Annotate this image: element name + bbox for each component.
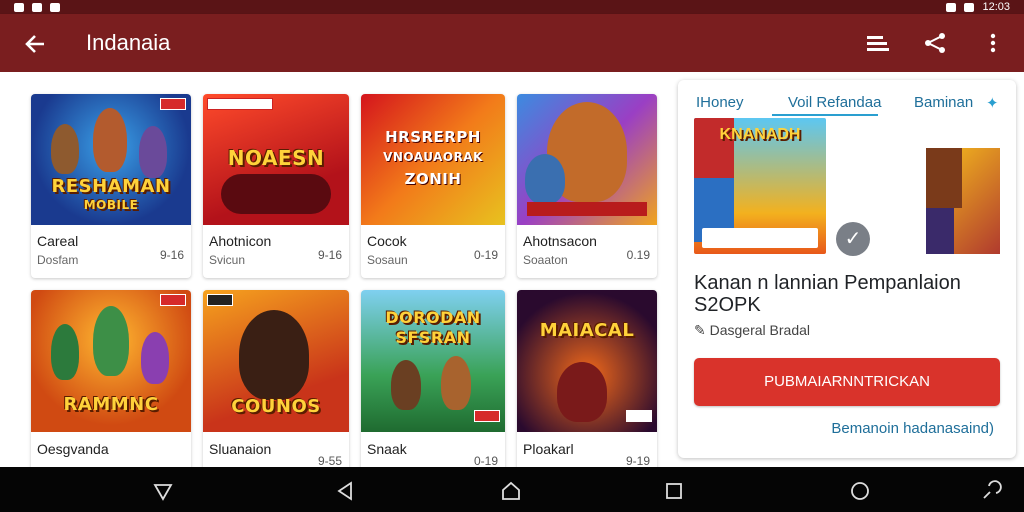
system-nav-bar [0, 467, 1024, 512]
wifi-icon [964, 2, 975, 12]
game-rating: 9-16 [159, 248, 184, 262]
game-name: Ploakarl [523, 441, 574, 457]
detail-panel: IHoney Voil Refandaa Baminan ✦ KNANADH ✓… [678, 80, 1016, 458]
thumb-text: RESHAMAN [51, 176, 171, 197]
share-icon[interactable] [922, 30, 948, 56]
sparkle-icon[interactable]: ✦ [986, 94, 999, 112]
game-thumbnail: RESHAMAN MOBILE [31, 94, 191, 225]
author-name: Dasgeral Bradal [709, 322, 811, 338]
game-subtitle: Dosfam [37, 253, 79, 267]
notification-icon [32, 2, 42, 12]
tab-indicator [772, 114, 878, 116]
game-name: Ahotnicon [209, 233, 272, 249]
game-name: Cocok [367, 233, 407, 249]
secondary-link[interactable]: Bemanoin hadanasaind) [831, 420, 994, 437]
sort-icon[interactable] [864, 30, 890, 56]
game-name: Ahotnsacon [523, 233, 597, 249]
game-thumbnail: COUNOS [203, 290, 349, 432]
game-rating: 9-19 [625, 454, 650, 468]
game-rating: 9-16 [317, 248, 342, 262]
secondary-link-label: Bemanoin hadanasaind [831, 420, 989, 437]
thumb-text: NOAESN [227, 146, 325, 170]
thumb-text: MAIACAL [539, 320, 635, 341]
tab-honey[interactable]: IHoney [696, 94, 744, 111]
game-thumbnail: MAIACAL [517, 290, 657, 432]
app-title: Indanaia [86, 30, 171, 55]
detail-title: Kanan n lannian Pempanlaion S2OPK [694, 272, 961, 316]
thumb-text: HRSRERPH [385, 128, 481, 146]
detail-author: ✎ Dasgeral Bradal [694, 322, 810, 339]
featured-image[interactable]: KNANADH [694, 118, 826, 254]
status-bar: 12:03 [0, 0, 1024, 14]
app-bar: Indanaia [0, 14, 1024, 72]
secondary-image[interactable] [926, 148, 1000, 254]
thumb-text: DORODAN [385, 308, 481, 327]
game-rating: 0-19 [473, 454, 498, 468]
thumb-text: VNOAUAORAK [383, 150, 483, 164]
chevron-right-icon: ) [989, 420, 994, 437]
check-icon[interactable]: ✓ [836, 222, 870, 256]
game-thumbnail: RAMMNC [31, 290, 191, 432]
back-icon[interactable] [334, 480, 356, 502]
tab-baminan[interactable]: Baminan [914, 94, 973, 111]
game-name: Careal [37, 233, 79, 249]
primary-action-button[interactable]: PUBMAIARNNTRICKAN [694, 358, 1000, 406]
game-thumbnail [517, 94, 657, 225]
game-card[interactable]: COUNOS Sluanaion 9-55 [203, 290, 349, 472]
home-icon[interactable] [500, 480, 522, 502]
game-name: Snaak [367, 441, 407, 457]
game-subtitle: Svicun [209, 253, 246, 267]
battery-icon [946, 2, 957, 12]
status-time: 12:03 [982, 1, 1010, 13]
app-bar-actions [864, 30, 1006, 56]
more-vert-icon[interactable] [980, 30, 1006, 56]
game-card[interactable]: RESHAMAN MOBILE Careal Dosfam 9-16 [31, 94, 191, 278]
game-name: Oesgvanda [37, 441, 109, 457]
circle-icon[interactable] [849, 480, 871, 502]
thumb-text: RAMMNC [63, 394, 159, 415]
game-card[interactable]: NOAESN Ahotnicon Svicun 9-16 [203, 94, 349, 278]
thumb-text: ZONIH [404, 170, 462, 188]
back-triangle-icon[interactable] [152, 480, 174, 502]
game-subtitle: Sosaun [367, 253, 408, 267]
game-thumbnail: DORODAN SFSRAN [361, 290, 505, 432]
game-card[interactable]: Ahotnsacon Soaaton 0.19 [517, 94, 657, 278]
game-card[interactable]: HRSRERPH VNOAUAORAK ZONIH Cocok Sosaun 0… [361, 94, 505, 278]
game-rating: 9-55 [317, 454, 342, 468]
game-rating: 0.19 [626, 248, 650, 262]
featured-image-text: KNANADH [719, 126, 801, 143]
game-card[interactable]: DORODAN SFSRAN Snaak 0-19 [361, 290, 505, 472]
game-subtitle: Soaaton [523, 253, 568, 267]
thumb-text: MOBILE [83, 198, 139, 212]
recents-icon[interactable] [663, 480, 685, 502]
notification-icon [50, 2, 60, 12]
game-name: Sluanaion [209, 441, 272, 457]
game-thumbnail: NOAESN [203, 94, 349, 225]
status-icons-left [14, 0, 60, 14]
pencil-icon: ✎ [694, 322, 710, 338]
game-thumbnail: HRSRERPH VNOAUAORAK ZONIH [361, 94, 505, 225]
arrow-left-icon[interactable] [22, 30, 50, 58]
tab-refandaa[interactable]: Voil Refandaa [788, 94, 881, 111]
panel-tabs: IHoney Voil Refandaa Baminan ✦ [694, 94, 1004, 120]
game-card[interactable]: MAIACAL Ploakarl 9-19 [517, 290, 657, 472]
assistant-icon[interactable] [980, 480, 1002, 502]
game-rating: 0-19 [473, 248, 498, 262]
game-card[interactable]: RAMMNC Oesgvanda [31, 290, 191, 472]
thumb-text: COUNOS [231, 396, 321, 417]
status-icons-right: 12:03 [946, 0, 1010, 14]
thumb-text: SFSRAN [395, 328, 471, 347]
notification-icon [14, 2, 24, 12]
